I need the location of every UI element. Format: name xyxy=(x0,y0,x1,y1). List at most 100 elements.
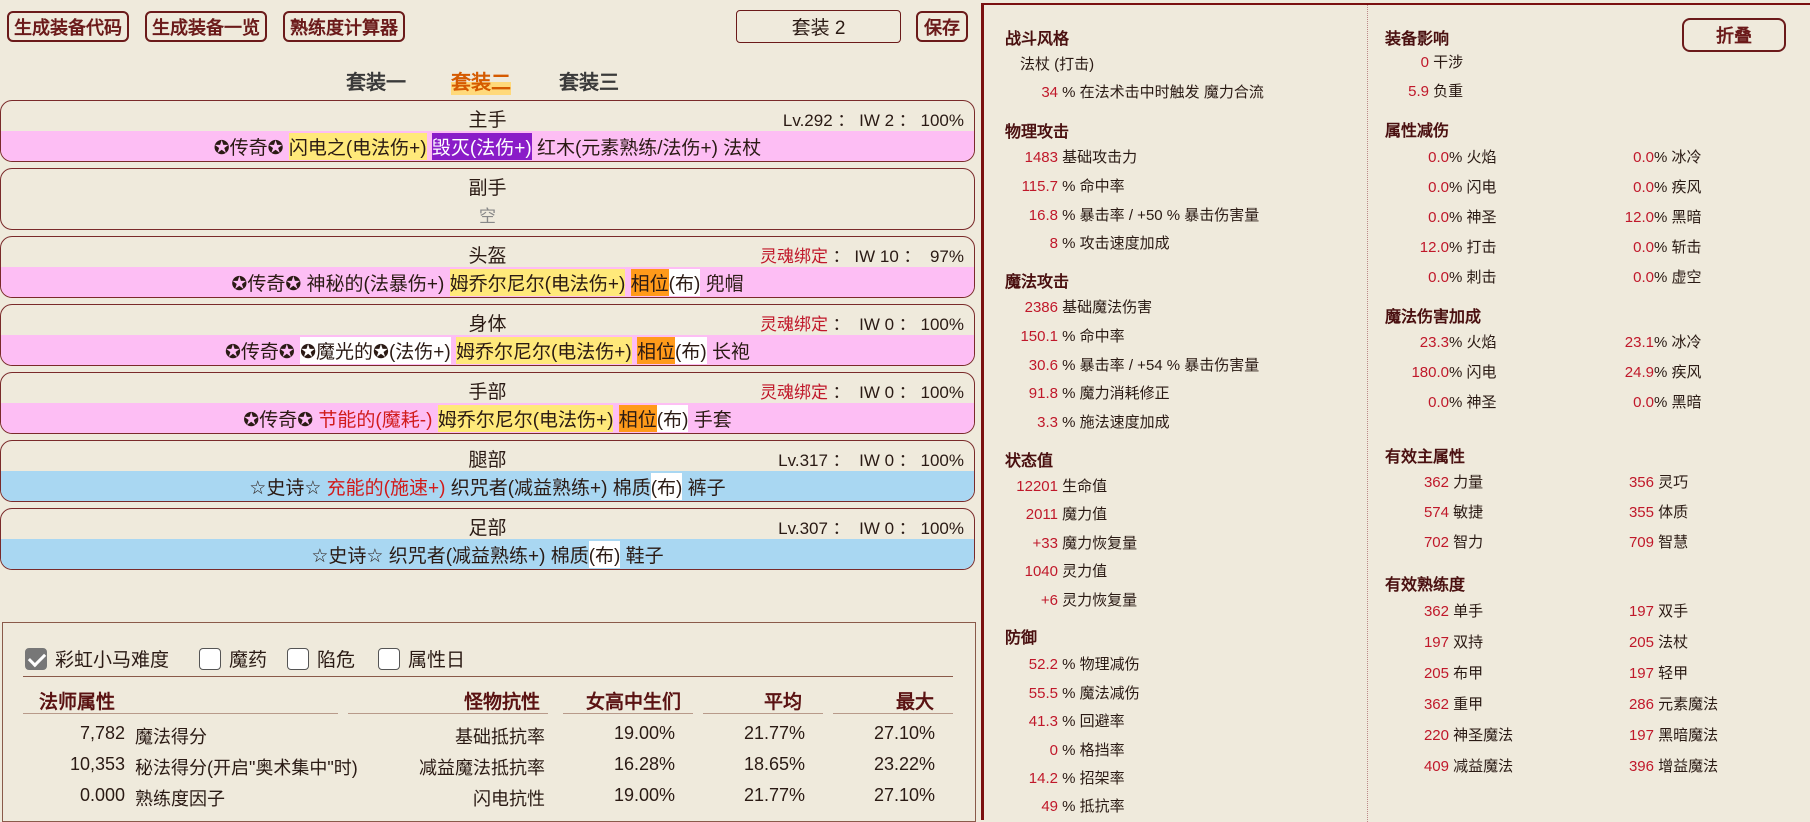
stat-row: 150.1 % 命中率 xyxy=(1020,328,1125,345)
stat-row: 709 智慧 xyxy=(1628,534,1689,551)
stat-row: 1040 灵力值 xyxy=(1024,563,1108,580)
set-tabs: 套装一 套装二 套装三 xyxy=(0,66,980,96)
stat-row: 41.3 % 回避率 xyxy=(1028,713,1125,730)
stat-row: 34 % 在法术击中时触发 魔力合流 xyxy=(1041,84,1264,101)
stat-row: 355 体质 xyxy=(1628,504,1689,521)
calc-panel: 彩虹小马难度 魔药 陷危 属性日 法师属性 怪物抗性 女高中生们 平均 最大 7… xyxy=(2,622,976,822)
slot-meta: Lv.307 ： IW 0 ： 100% xyxy=(778,519,964,538)
slot-meta: Lv.317 ： IW 0 ： 100% xyxy=(778,451,964,470)
slot-meta: Lv.292 ： IW 2 ： 100% xyxy=(782,111,964,130)
stat-row: 49 % 抵抗率 xyxy=(1041,798,1125,815)
stat-row: 115.7 % 命中率 xyxy=(1021,178,1125,195)
stat-row: 197 轻甲 xyxy=(1628,665,1689,682)
equipment-panel: 生成装备代码 生成装备一览 熟练度计算器 套装 2 保存 套装一 套装二 套装三… xyxy=(0,0,980,822)
stat-row: 2386 基础魔法伤害 xyxy=(1024,299,1153,316)
slot-label: 副手 xyxy=(468,178,507,199)
stat-row: 0.0% 黑暗 xyxy=(1633,394,1702,411)
checkbox-checked-icon[interactable] xyxy=(25,647,47,670)
stat-row: 0.0% 斩击 xyxy=(1633,239,1702,256)
slot-body[interactable]: 身体 灵魂绑定 ： IW 0 ： 100% ✪传奇✪ ✪魔光的✪(法伤+) 姆乔… xyxy=(0,304,975,366)
stats-panel: 折叠 战斗风格 法杖 (打击) 34 % 在法术击中时触发 魔力合流 物理攻击 … xyxy=(981,3,1810,822)
tab-set-3[interactable]: 套装三 xyxy=(559,66,619,95)
stat-row: 30.6 % 暴击率 / +54 % 暴击伤害量 xyxy=(1028,357,1260,374)
stat-row: 0.0% 虚空 xyxy=(1633,269,1702,286)
fold-button[interactable]: 折叠 xyxy=(1682,18,1786,52)
slot-legs[interactable]: 腿部 Lv.317 ： IW 0 ： 100% ☆史诗☆ 充能的(施速+) 织咒… xyxy=(0,440,975,502)
item-legs[interactable]: ☆史诗☆ 充能的(施速+) 织咒者(减益熟练+) 棉质 (布) 裤子 xyxy=(1,471,974,501)
item-main-hand[interactable]: ✪传奇✪ 闪电之(电法伤+) 毁灭(法伤+) 红木(元素熟练/法伤+) 法杖 xyxy=(1,131,974,161)
table-row: 10,353 秘法得分(开启"奥术集中"时) 减益魔法抵抗率 16.28% 18… xyxy=(69,754,935,778)
slot-feet[interactable]: 足部 Lv.307 ： IW 0 ： 100% ☆史诗☆ 织咒者(减益熟练+) … xyxy=(0,508,975,570)
stat-row: 12201 生命值 xyxy=(1016,478,1108,495)
save-button[interactable]: 保存 xyxy=(916,11,968,42)
section-attr-reduce: 属性减伤 xyxy=(1385,123,1450,140)
stat-row: 52.2 % 物理减伤 xyxy=(1028,656,1140,673)
slot-meta: 灵魂绑定 ： IW 10 ： 97% xyxy=(759,247,964,266)
generate-list-button[interactable]: 生成装备一览 xyxy=(145,11,267,42)
section-magic-attack: 魔法攻击 xyxy=(1005,274,1070,291)
item-off-hand-empty: 空 xyxy=(479,207,496,226)
section-status: 状态值 xyxy=(1005,453,1054,470)
slot-meta: 灵魂绑定 ： IW 0 ： 100% xyxy=(759,315,964,334)
slot-off-hand[interactable]: 副手 空 xyxy=(0,168,975,230)
stat-row: 197 双持 xyxy=(1423,634,1484,651)
stat-row: 205 布甲 xyxy=(1423,665,1484,682)
stat-row: 0.0% 神圣 xyxy=(1428,209,1497,226)
tab-set-1[interactable]: 套装一 xyxy=(346,66,406,95)
stat-row: 409 减益魔法 xyxy=(1423,758,1514,775)
stat-row: 0.0% 火焰 xyxy=(1428,149,1497,166)
stat-row: 23.3% 火焰 xyxy=(1419,334,1497,351)
table-row: 0.000 熟练度因子 闪电抗性 19.00% 21.77% 27.10% xyxy=(79,785,935,809)
set-name-input[interactable]: 套装 2 xyxy=(736,10,901,43)
section-phys-attack: 物理攻击 xyxy=(1005,124,1070,141)
stat-row: 2011 魔力值 xyxy=(1025,506,1108,523)
stat-row: 574 敏捷 xyxy=(1423,504,1484,521)
slot-main-hand[interactable]: 主手 Lv.292 ： IW 2 ： 100% ✪传奇✪ 闪电之(电法伤+) 毁… xyxy=(0,100,975,162)
item-hands[interactable]: ✪传奇✪ 节能的(魔耗-) 姆乔尔尼尔(电法伤+) 相位 (布) 手套 xyxy=(1,403,974,433)
header-max: 最大 xyxy=(896,692,935,713)
item-body[interactable]: ✪传奇✪ ✪魔光的✪(法伤+) 姆乔尔尼尔(电法伤+) 相位 (布) 长袍 xyxy=(1,335,974,365)
table-row: 7,782 魔法得分 基础抵抗率 19.00% 21.77% 27.10% xyxy=(79,723,935,747)
header-schoolgirls: 女高中生们 xyxy=(586,692,682,713)
stat-row: 0.0% 刺击 xyxy=(1428,269,1497,286)
header-monster-res: 怪物抗性 xyxy=(464,692,541,713)
section-defense: 防御 xyxy=(1005,630,1038,647)
option-potion[interactable]: 魔药 xyxy=(199,645,267,672)
stat-row: 362 单手 xyxy=(1423,603,1484,620)
header-mage-stats: 法师属性 xyxy=(39,692,116,713)
generate-code-button[interactable]: 生成装备代码 xyxy=(7,11,129,42)
stat-row: 91.8 % 魔力消耗修正 xyxy=(1028,385,1170,402)
stat-row: 362 力量 xyxy=(1423,474,1484,491)
option-danger[interactable]: 陷危 xyxy=(287,645,355,672)
slot-meta: 灵魂绑定 ： IW 0 ： 100% xyxy=(759,383,964,402)
stat-row: 356 灵巧 xyxy=(1628,474,1689,491)
stat-row: 286 元素魔法 xyxy=(1628,696,1719,713)
header-avg: 平均 xyxy=(764,692,803,713)
slot-hands[interactable]: 手部 灵魂绑定 ： IW 0 ： 100% ✪传奇✪ 节能的(魔耗-) 姆乔尔尼… xyxy=(0,372,975,434)
checkbox-icon[interactable] xyxy=(287,647,309,670)
section-proficiency: 有效熟练度 xyxy=(1385,577,1466,594)
proficiency-calculator-button[interactable]: 熟练度计算器 xyxy=(283,11,405,42)
checkbox-icon[interactable] xyxy=(199,647,221,670)
checkbox-icon[interactable] xyxy=(378,647,400,670)
stat-row: +33 魔力恢复量 xyxy=(1032,535,1138,552)
stat-row: 0.0% 疾风 xyxy=(1633,179,1702,196)
stat-row: 362 重甲 xyxy=(1423,696,1484,713)
item-helm[interactable]: ✪传奇✪ 神秘的(法暴伤+) 姆乔尔尼尔(电法伤+) 相位 (布) 兜帽 xyxy=(1,267,974,297)
divider xyxy=(23,676,953,677)
stat-row: +6 灵力恢复量 xyxy=(1040,592,1138,609)
section-primary-attrs: 有效主属性 xyxy=(1385,449,1466,466)
stat-row: 3.3 % 施法速度加成 xyxy=(1037,414,1170,431)
section-magic-bonus: 魔法伤害加成 xyxy=(1385,309,1482,326)
option-rainbow-pony[interactable]: 彩虹小马难度 xyxy=(25,645,169,672)
stat-row: 396 增益魔法 xyxy=(1628,758,1719,775)
stat-row: 702 智力 xyxy=(1423,534,1484,551)
option-element-day[interactable]: 属性日 xyxy=(378,645,465,672)
section-equip-effect: 装备影响 xyxy=(1385,31,1450,48)
tab-set-2[interactable]: 套装二 xyxy=(451,66,511,95)
stat-row: 1483 基础攻击力 xyxy=(1024,149,1138,166)
stat-row: 24.9% 疾风 xyxy=(1624,364,1702,381)
slot-helm[interactable]: 头盔 灵魂绑定 ： IW 10 ： 97% ✪传奇✪ 神秘的(法暴伤+) 姆乔尔… xyxy=(0,236,975,298)
item-feet[interactable]: ☆史诗☆ 织咒者(减益熟练+) 棉质 (布) 鞋子 xyxy=(1,539,974,569)
stat-row: 0 干涉 xyxy=(1420,54,1464,71)
